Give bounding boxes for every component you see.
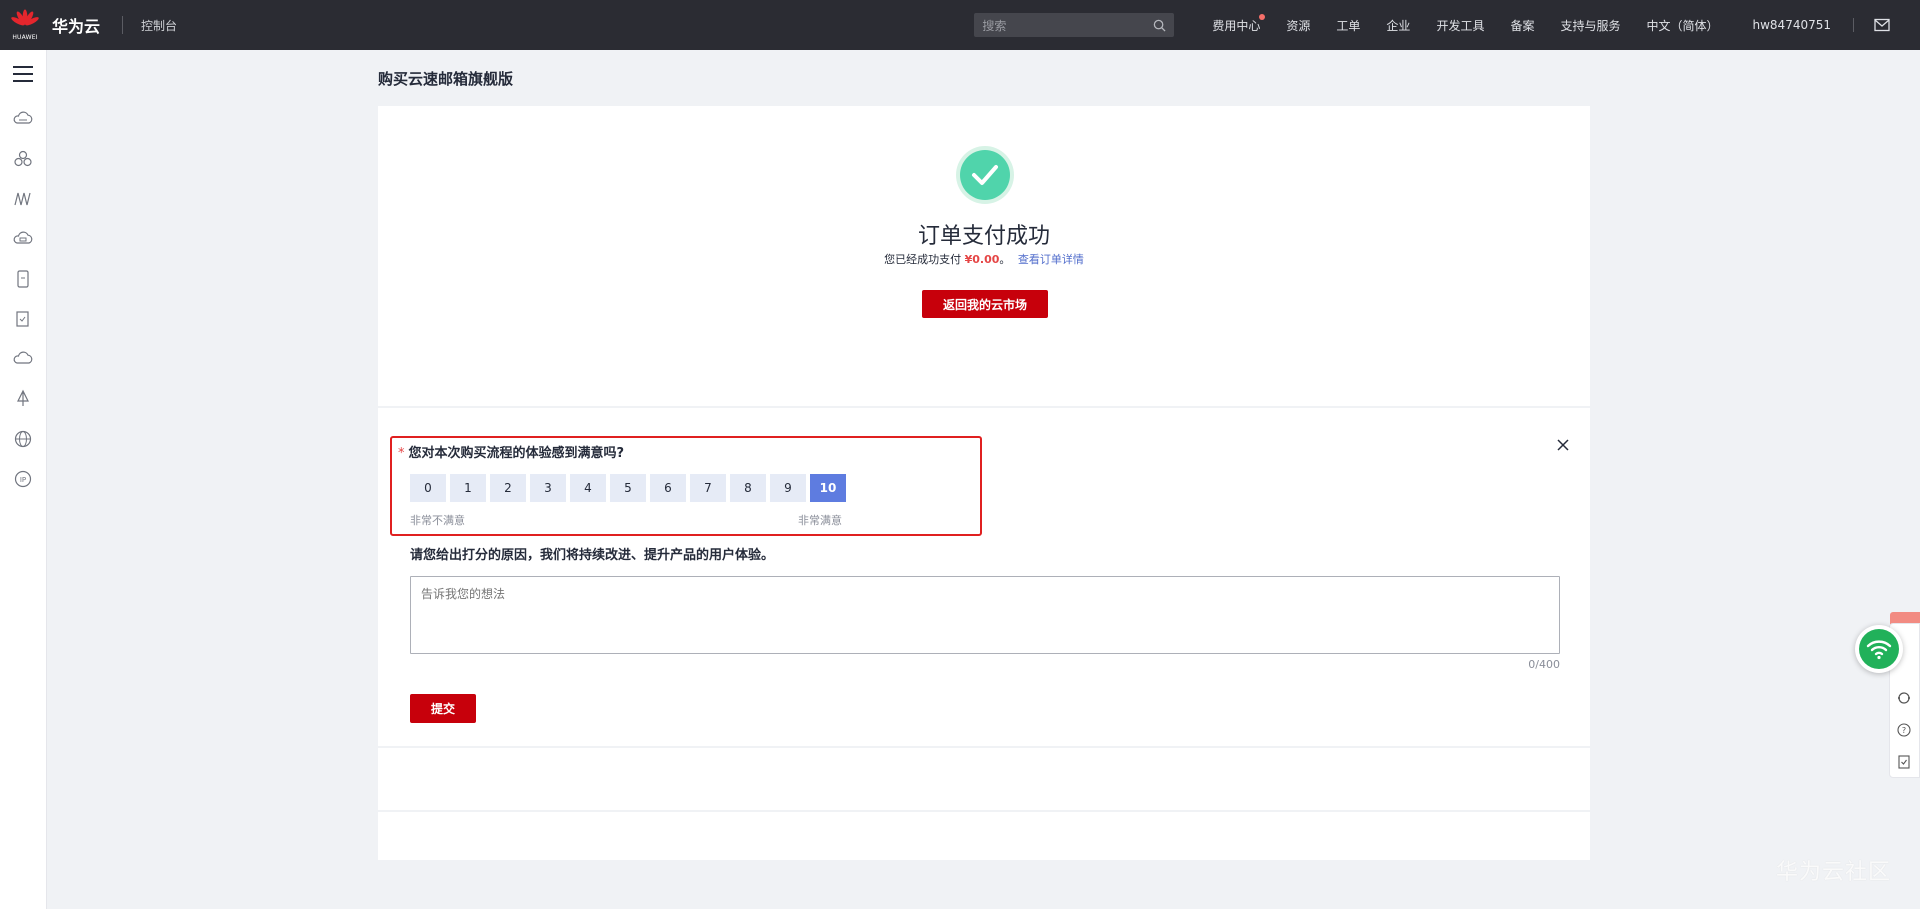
language-selector[interactable]: 中文（简体）	[1646, 17, 1718, 34]
notification-dot	[1259, 13, 1266, 20]
nav-resources[interactable]: 资源	[1286, 17, 1310, 34]
score-option-9[interactable]: 9	[770, 474, 806, 502]
search-placeholder: 搜索	[982, 18, 1007, 33]
community-watermark: 华为云社区	[1776, 860, 1892, 885]
score-option-5[interactable]: 5	[610, 474, 646, 502]
nav-icp-filing[interactable]: 备案	[1510, 17, 1534, 34]
mail-icon[interactable]	[1874, 18, 1890, 32]
globe-icon[interactable]	[12, 428, 34, 450]
storage-icon[interactable]	[12, 268, 34, 290]
search-icon[interactable]	[1153, 19, 1166, 32]
survey-checklist-icon[interactable]	[1896, 754, 1912, 770]
survey-question: * 您对本次购买流程的体验感到满意吗?	[398, 442, 624, 461]
nav-support[interactable]: 支持与服务	[1560, 17, 1620, 34]
cloud-icon[interactable]	[12, 348, 34, 370]
reason-prompt: 请您给出打分的原因，我们将持续改进、提升产品的用户体验。	[410, 548, 775, 563]
feedback-textarea[interactable]	[410, 576, 1560, 654]
deploy-icon[interactable]	[12, 388, 34, 410]
score-option-10-selected[interactable]: 10	[810, 474, 846, 502]
score-option-7[interactable]: 7	[690, 474, 726, 502]
scale-high-label: 非常满意	[798, 514, 842, 527]
search-input[interactable]: 搜索	[974, 13, 1175, 37]
cloud-database-icon[interactable]	[12, 228, 34, 250]
score-option-2[interactable]: 2	[490, 474, 526, 502]
network-speed-bubble[interactable]	[1855, 625, 1903, 673]
back-to-marketplace-button[interactable]: 返回我的云市场	[922, 290, 1048, 318]
brand: HUAWEI 华为云 控制台	[0, 0, 177, 50]
score-selector: 0 1 2 3 4 5 6 7 8 9 10	[410, 474, 850, 502]
wifi-icon	[1866, 640, 1892, 660]
score-option-0[interactable]: 0	[410, 474, 446, 502]
page-title: 购买云速邮箱旗舰版	[378, 70, 514, 88]
nav-tickets[interactable]: 工单	[1336, 17, 1360, 34]
empty-section	[378, 748, 1590, 810]
satisfaction-survey-card: * 您对本次购买流程的体验感到满意吗? 0 1 2 3 4 5 6 7 8 9 1…	[378, 408, 1590, 746]
question-text: 您对本次购买流程的体验感到满意吗?	[408, 446, 625, 461]
paid-suffix: 。	[999, 253, 1011, 266]
payment-success-card: 订单支付成功 您已经成功支付 ¥0.00。 查看订单详情 返回我的云市场	[378, 106, 1590, 406]
success-check-icon	[956, 146, 1014, 204]
console-link[interactable]: 控制台	[141, 17, 177, 34]
user-account[interactable]: hw84740751	[1753, 18, 1832, 32]
document-icon[interactable]	[12, 308, 34, 330]
top-navigation-bar: HUAWEI 华为云 控制台 搜索 费用中心 资源 工单 企业 开发工具 备案 …	[0, 0, 1920, 50]
divider	[1853, 18, 1854, 32]
success-title: 订单支付成功	[917, 224, 1050, 249]
network-icon[interactable]	[12, 188, 34, 210]
success-message: 您已经成功支付 ¥0.00。 查看订单详情	[378, 251, 1590, 267]
help-icon[interactable]: ?	[1896, 722, 1912, 738]
required-mark: *	[398, 446, 405, 461]
cloud-name[interactable]: 华为云	[52, 13, 100, 37]
nav-dev-tools[interactable]: 开发工具	[1436, 17, 1484, 34]
score-option-1[interactable]: 1	[450, 474, 486, 502]
svg-text:?: ?	[1902, 726, 1906, 735]
cloud-server-icon[interactable]	[12, 108, 34, 130]
huawei-petals-icon	[11, 9, 39, 26]
score-option-4[interactable]: 4	[570, 474, 606, 502]
close-icon[interactable]	[1556, 438, 1570, 452]
svg-text:IP: IP	[20, 476, 26, 484]
paid-text: 您已经成功支付	[884, 253, 962, 266]
ip-icon[interactable]: IP	[12, 468, 34, 490]
huawei-logo[interactable]: HUAWEI	[10, 5, 40, 45]
paid-amount: ¥0.00	[964, 253, 1000, 266]
submit-button[interactable]: 提交	[410, 694, 476, 723]
customer-service-icon[interactable]	[1896, 690, 1912, 706]
service-sidebar: IP	[0, 50, 47, 909]
cluster-icon[interactable]	[12, 148, 34, 170]
empty-section	[378, 812, 1590, 860]
scale-low-label: 非常不满意	[410, 514, 465, 527]
divider	[122, 16, 124, 34]
nav-enterprise[interactable]: 企业	[1386, 17, 1410, 34]
view-order-details-link[interactable]: 查看订单详情	[1018, 253, 1084, 266]
character-counter: 0/400	[1528, 658, 1560, 671]
logo-text: HUAWEI	[12, 34, 38, 41]
hamburger-menu-icon[interactable]	[13, 66, 33, 84]
score-option-3[interactable]: 3	[530, 474, 566, 502]
score-option-8[interactable]: 8	[730, 474, 766, 502]
score-option-6[interactable]: 6	[650, 474, 686, 502]
nav-billing-center[interactable]: 费用中心	[1212, 13, 1266, 34]
